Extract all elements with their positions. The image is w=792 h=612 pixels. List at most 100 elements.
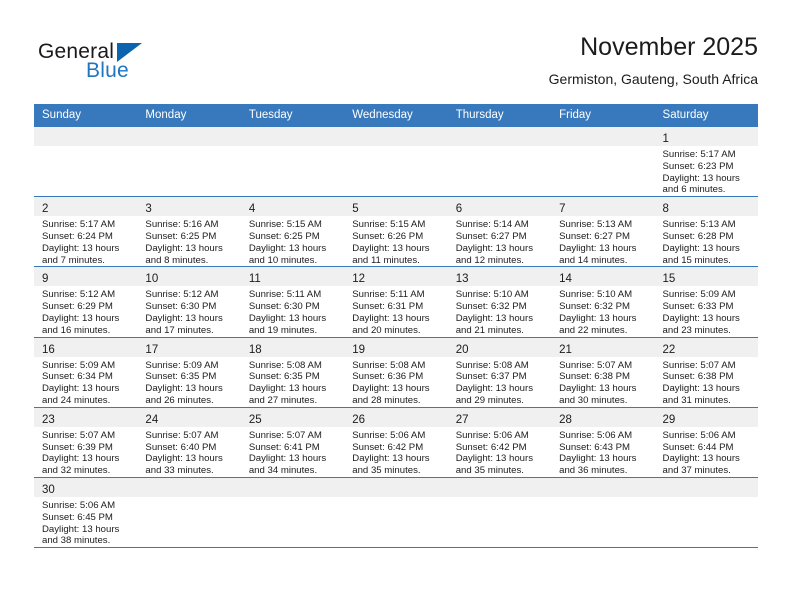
- day-cell-3[interactable]: 3 Sunrise: 5:16 AM Sunset: 6:25 PM Daylight…: [137, 196, 241, 267]
- day-number-bar: 12: [344, 267, 448, 287]
- day-cell-14[interactable]: 14 Sunrise: 5:10 AM Sunset: 6:32 PM Dayligh…: [551, 266, 655, 338]
- day-cell-content: 30 Sunrise: 5:06 AM Sunset: 6:45 PM Dayligh…: [34, 477, 138, 547]
- day-cell-content: 7 Sunrise: 5:13 AM Sunset: 6:27 PM Daylight…: [551, 197, 655, 266]
- day-cell-11[interactable]: 11 Sunrise: 5:11 AM Sunset: 6:30 PM Dayligh…: [240, 266, 345, 338]
- day-cell-30[interactable]: 30 Sunrise: 5:06 AM Sunset: 6:45 PM Dayligh…: [34, 476, 138, 548]
- day-cell-content: 4 Sunrise: 5:15 AM Sunset: 6:25 PM Daylight…: [240, 197, 345, 266]
- daylight-text-cont: and 21 minutes.: [455, 324, 524, 336]
- day-cell-8[interactable]: 8 Sunrise: 5:13 AM Sunset: 6:28 PM Daylight…: [654, 196, 758, 267]
- day-number-bar: 2: [34, 197, 138, 217]
- day-cell-29[interactable]: 29 Sunrise: 5:06 AM Sunset: 6:44 PM Dayligh…: [654, 406, 758, 478]
- day-cell-1[interactable]: 1 Sunrise: 5:17 AM Sunset: 6:23 PM Daylight…: [654, 125, 758, 197]
- daylight-text-cont: and 28 minutes.: [352, 394, 421, 406]
- calendar-week-row: 16 Sunrise: 5:09 AM Sunset: 6:34 PM Dayligh…: [34, 336, 758, 408]
- daylight-text-cont: and 8 minutes.: [145, 254, 209, 266]
- sunset-text: Sunset: 6:26 PM: [352, 230, 424, 242]
- sunrise-text: Sunrise: 5:15 AM: [352, 219, 426, 231]
- calendar-week-row: 30 Sunrise: 5:06 AM Sunset: 6:45 PM Dayligh…: [34, 476, 758, 548]
- daylight-text-cont: and 14 minutes.: [559, 254, 628, 266]
- day-detail-lines: Sunrise: 5:15 AM Sunset: 6:26 PM Daylight:…: [344, 216, 447, 266]
- day-number-bar: 24: [137, 407, 241, 427]
- day-cell-22[interactable]: 22 Sunrise: 5:07 AM Sunset: 6:38 PM Dayligh…: [654, 336, 758, 408]
- day-detail-lines: [241, 497, 344, 500]
- sunset-text: Sunset: 6:25 PM: [145, 230, 217, 242]
- sunset-text: Sunset: 6:23 PM: [662, 160, 734, 172]
- sunrise-text: Sunrise: 5:09 AM: [42, 359, 116, 371]
- day-number: 14: [559, 273, 572, 286]
- day-cell-content: 6 Sunrise: 5:14 AM Sunset: 6:27 PM Daylight…: [447, 197, 552, 266]
- day-cell-20[interactable]: 20 Sunrise: 5:08 AM Sunset: 6:37 PM Dayligh…: [447, 336, 552, 408]
- day-cell-content: [447, 477, 552, 547]
- day-cell-2[interactable]: 2 Sunrise: 5:17 AM Sunset: 6:24 PM Daylight…: [34, 196, 138, 267]
- day-number: 15: [662, 273, 676, 286]
- day-cell-27[interactable]: 27 Sunrise: 5:06 AM Sunset: 6:42 PM Dayligh…: [447, 406, 552, 478]
- day-number-bar: [34, 127, 138, 146]
- day-cell-content: [654, 477, 758, 547]
- sunrise-text: Sunrise: 5:09 AM: [662, 289, 736, 301]
- day-number: 30: [42, 483, 55, 496]
- day-number-bar: 30: [34, 477, 138, 497]
- daylight-text: Daylight: 13 hours: [352, 312, 430, 324]
- day-number: 18: [248, 343, 262, 356]
- day-cell-19[interactable]: 19 Sunrise: 5:08 AM Sunset: 6:36 PM Dayligh…: [344, 336, 448, 408]
- day-detail-lines: Sunrise: 5:11 AM Sunset: 6:31 PM Daylight:…: [344, 286, 447, 336]
- day-cell-18[interactable]: 18 Sunrise: 5:08 AM Sunset: 6:35 PM Dayligh…: [240, 336, 345, 408]
- day-cell-21[interactable]: 21 Sunrise: 5:07 AM Sunset: 6:38 PM Dayligh…: [551, 336, 655, 408]
- day-number-bar: 21: [551, 337, 655, 357]
- day-cell-28[interactable]: 28 Sunrise: 5:06 AM Sunset: 6:43 PM Dayligh…: [551, 406, 655, 478]
- day-cell-content: 23 Sunrise: 5:07 AM Sunset: 6:39 PM Dayligh…: [34, 407, 138, 477]
- day-cell-13[interactable]: 13 Sunrise: 5:10 AM Sunset: 6:32 PM Dayligh…: [447, 266, 552, 338]
- sunrise-text: Sunrise: 5:06 AM: [42, 499, 116, 511]
- sunrise-text: Sunrise: 5:07 AM: [248, 429, 322, 441]
- day-cell-content: 22 Sunrise: 5:07 AM Sunset: 6:38 PM Dayligh…: [654, 337, 758, 407]
- day-cell-5[interactable]: 5 Sunrise: 5:15 AM Sunset: 6:26 PM Daylight…: [344, 196, 448, 267]
- day-number-bar: [447, 477, 552, 497]
- day-cell-empty: [447, 476, 552, 548]
- daylight-text: Daylight: 13 hours: [455, 383, 534, 395]
- weekday-header-friday: Friday: [551, 104, 655, 127]
- daylight-text: Daylight: 13 hours: [455, 312, 534, 324]
- day-cell-content: 28 Sunrise: 5:06 AM Sunset: 6:43 PM Dayligh…: [551, 407, 655, 477]
- calendar-week-row: 1 Sunrise: 5:17 AM Sunset: 6:23 PM Daylight…: [34, 125, 758, 197]
- day-cell-content: 18 Sunrise: 5:08 AM Sunset: 6:35 PM Dayligh…: [240, 337, 345, 407]
- day-detail-lines: [551, 497, 654, 500]
- day-detail-lines: Sunrise: 5:12 AM Sunset: 6:30 PM Daylight:…: [137, 286, 240, 336]
- page-title: November 2025: [580, 33, 758, 61]
- day-detail-lines: Sunrise: 5:06 AM Sunset: 6:43 PM Daylight:…: [551, 427, 654, 477]
- day-cell-4[interactable]: 4 Sunrise: 5:15 AM Sunset: 6:25 PM Daylight…: [240, 196, 345, 267]
- day-detail-lines: [241, 146, 344, 149]
- day-number-bar: [551, 127, 655, 146]
- daylight-text-cont: and 24 minutes.: [42, 394, 111, 406]
- day-detail-lines: Sunrise: 5:07 AM Sunset: 6:39 PM Daylight:…: [34, 427, 137, 477]
- day-cell-empty: [137, 125, 241, 197]
- day-cell-content: 17 Sunrise: 5:09 AM Sunset: 6:35 PM Dayligh…: [137, 337, 241, 407]
- daylight-text: Daylight: 13 hours: [455, 242, 534, 254]
- day-cell-content: 10 Sunrise: 5:12 AM Sunset: 6:30 PM Dayligh…: [137, 267, 241, 336]
- day-cell-16[interactable]: 16 Sunrise: 5:09 AM Sunset: 6:34 PM Dayligh…: [34, 336, 138, 408]
- day-number-bar: [137, 127, 241, 146]
- general-blue-logo[interactable]: General Blue: [38, 40, 238, 90]
- day-cell-24[interactable]: 24 Sunrise: 5:07 AM Sunset: 6:40 PM Dayligh…: [137, 406, 241, 478]
- day-cell-6[interactable]: 6 Sunrise: 5:14 AM Sunset: 6:27 PM Daylight…: [447, 196, 552, 267]
- day-cell-7[interactable]: 7 Sunrise: 5:13 AM Sunset: 6:27 PM Daylight…: [551, 196, 655, 267]
- day-cell-26[interactable]: 26 Sunrise: 5:06 AM Sunset: 6:42 PM Dayligh…: [344, 406, 448, 478]
- day-number-bar: 1: [654, 127, 758, 146]
- day-detail-lines: Sunrise: 5:15 AM Sunset: 6:25 PM Daylight:…: [241, 216, 344, 266]
- day-cell-9[interactable]: 9 Sunrise: 5:12 AM Sunset: 6:29 PM Daylight…: [34, 266, 138, 338]
- day-detail-lines: Sunrise: 5:14 AM Sunset: 6:27 PM Daylight:…: [448, 216, 551, 266]
- day-detail-lines: Sunrise: 5:07 AM Sunset: 6:38 PM Daylight:…: [551, 357, 654, 407]
- day-cell-17[interactable]: 17 Sunrise: 5:09 AM Sunset: 6:35 PM Dayligh…: [137, 336, 241, 408]
- day-cell-content: [34, 127, 138, 196]
- day-number: 7: [559, 203, 566, 216]
- sunset-text: Sunset: 6:35 PM: [145, 371, 217, 383]
- sunset-text: Sunset: 6:32 PM: [559, 301, 631, 313]
- day-cell-10[interactable]: 10 Sunrise: 5:12 AM Sunset: 6:30 PM Dayligh…: [137, 266, 241, 338]
- day-cell-15[interactable]: 15 Sunrise: 5:09 AM Sunset: 6:33 PM Dayligh…: [654, 266, 758, 338]
- daylight-text-cont: and 11 minutes.: [352, 254, 420, 266]
- day-cell-23[interactable]: 23 Sunrise: 5:07 AM Sunset: 6:39 PM Dayligh…: [34, 406, 138, 478]
- day-cell-12[interactable]: 12 Sunrise: 5:11 AM Sunset: 6:31 PM Dayligh…: [344, 266, 448, 338]
- day-cell-25[interactable]: 25 Sunrise: 5:07 AM Sunset: 6:41 PM Dayligh…: [240, 406, 345, 478]
- day-number-bar: 7: [551, 197, 655, 217]
- day-number-bar: 26: [344, 407, 448, 427]
- daylight-text-cont: and 23 minutes.: [662, 324, 731, 336]
